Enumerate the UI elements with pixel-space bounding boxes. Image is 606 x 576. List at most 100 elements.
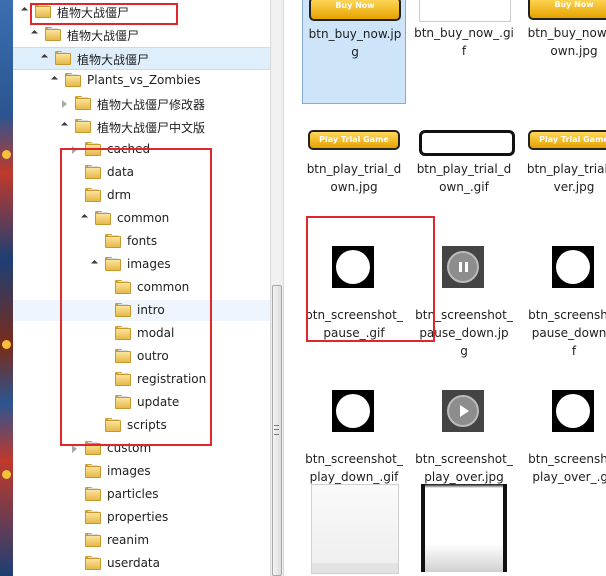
expand-arrow-icon[interactable] <box>72 445 77 453</box>
tree-item[interactable]: Plants_vs_Zombies <box>13 70 270 91</box>
folder-icon <box>115 326 131 340</box>
tree-item-label: 植物大战僵尸修改器 <box>97 98 206 112</box>
collapse-arrow-icon[interactable] <box>80 213 89 222</box>
tree-item[interactable]: images <box>13 461 270 482</box>
file-name-label: own.jpg <box>330 180 378 194</box>
tree-item-label: 植物大战僵尸 <box>77 53 150 67</box>
file-item[interactable]: btn_screenshot pause_down_.f <box>522 236 606 358</box>
folder-tree[interactable]: 植物大战僵尸 植物大战僵尸 植物大战僵尸 Plants_vs_Zombies 植物大战僵… <box>13 0 270 576</box>
folder-icon <box>35 4 51 18</box>
folder-icon <box>115 349 131 363</box>
tree-item[interactable]: registration <box>13 369 270 390</box>
file-name-label: btn_screenshot <box>528 452 606 466</box>
file-grid[interactable]: Buy Now btn_buy_now.jp g btn_buy_now_.gi f Bu… <box>284 0 606 576</box>
file-thumbnail <box>332 390 374 432</box>
tree-item[interactable]: 植物大战僵尸 <box>13 1 270 22</box>
file-name-label: pause_down_. <box>531 326 606 340</box>
tree-item-label: particles <box>107 487 159 501</box>
collapse-arrow-icon[interactable] <box>50 75 59 84</box>
file-item[interactable]: btn_screenshot_ play_over.jpg <box>412 380 516 500</box>
file-name-label: own.jpg <box>550 44 598 58</box>
folder-icon <box>105 234 121 248</box>
tree-item[interactable]: update <box>13 392 270 413</box>
tree-item[interactable]: outro <box>13 346 270 367</box>
folder-icon <box>85 556 101 570</box>
tree-item-label: modal <box>137 326 175 340</box>
file-item[interactable]: btn_screenshot_ play_down_.gif <box>302 380 406 500</box>
circle-button-icon <box>556 394 590 428</box>
collapse-arrow-icon[interactable] <box>40 53 49 62</box>
file-item[interactable]: Buy Now btn_buy_now_d own.jpg <box>522 0 606 104</box>
folder-icon <box>85 510 101 524</box>
tree-item[interactable]: scripts <box>13 415 270 436</box>
collapse-arrow-icon[interactable] <box>60 121 69 130</box>
folder-icon <box>115 372 131 386</box>
file-item[interactable] <box>412 484 516 576</box>
tree-item-label: images <box>107 464 151 478</box>
file-item[interactable]: btn_screenshot play_over_.gif <box>522 380 606 500</box>
play-icon <box>447 395 479 427</box>
tree-scrollbar[interactable] <box>270 0 284 576</box>
file-name-label: f <box>571 344 577 358</box>
file-thumbnail <box>311 484 399 574</box>
tree-item[interactable]: images <box>13 254 270 275</box>
file-name-label: btn_screenshot_ <box>415 308 513 322</box>
tree-item[interactable]: particles <box>13 484 270 505</box>
tree-item[interactable]: drm <box>13 185 270 206</box>
file-item[interactable]: Play Trial Game btn_play_trial_d own.jpg <box>302 110 406 230</box>
file-item[interactable]: btn_screenshot_ pause_.gif <box>302 236 406 356</box>
file-name-label: btn_screenshot_ <box>415 452 513 466</box>
tree-item[interactable]: reanim <box>13 530 270 551</box>
tree-item-label: intro <box>137 303 165 317</box>
tree-item[interactable]: 植物大战僵尸修改器 <box>13 93 270 114</box>
file-name-label: f <box>461 44 467 58</box>
tree-item[interactable]: 植物大战僵尸 <box>13 24 270 45</box>
tree-item[interactable]: modal <box>13 323 270 344</box>
tree-item[interactable]: custom <box>13 438 270 459</box>
tree-item-label: scripts <box>127 418 167 432</box>
tree-item-label: registration <box>137 372 207 386</box>
file-item[interactable]: Play Trial Game btn_play_trial_o ver.jpg <box>522 110 606 230</box>
folder-icon <box>85 441 101 455</box>
desktop-icon <box>2 470 11 479</box>
folder-icon <box>85 487 101 501</box>
folder-icon <box>115 303 131 317</box>
file-item[interactable] <box>302 484 406 576</box>
tree-item-label: drm <box>107 188 132 202</box>
file-thumbnail: Buy Now <box>309 0 401 21</box>
tree-item[interactable]: cached <box>13 139 270 160</box>
tree-item-label: userdata <box>107 556 160 570</box>
tree-item[interactable]: data <box>13 162 270 183</box>
file-name-label: btn_screenshot <box>528 308 606 322</box>
tree-item[interactable]: common <box>13 277 270 298</box>
folder-icon <box>105 418 121 432</box>
tree-item-label: fonts <box>127 234 158 248</box>
folder-icon <box>95 211 111 225</box>
collapse-arrow-icon[interactable] <box>30 29 39 38</box>
file-item[interactable]: Buy Now btn_buy_now.jp g <box>302 0 406 104</box>
collapse-arrow-icon[interactable] <box>90 259 99 268</box>
collapse-arrow-icon[interactable] <box>20 6 29 15</box>
tree-item[interactable]: userdata <box>13 553 270 574</box>
file-name-label: btn_buy_now.jp <box>308 27 402 41</box>
tree-item[interactable]: intro <box>13 300 270 321</box>
tree-item[interactable]: properties <box>13 507 270 528</box>
file-thumbnail: Buy Now <box>528 0 606 20</box>
tree-item-label: custom <box>107 441 152 455</box>
file-item[interactable]: btn_play_trial_d own_.gif <box>412 110 516 230</box>
file-name-label: btn_buy_now_d <box>527 26 606 40</box>
tree-item[interactable]: 植物大战僵尸 <box>13 47 270 70</box>
tree-item[interactable]: 植物大战僵尸中文版 <box>13 116 270 137</box>
file-item[interactable]: btn_buy_now_.gif <box>412 0 516 104</box>
tree-item-label: 植物大战僵尸 <box>57 6 130 20</box>
file-name-label: btn_buy_now_.gi <box>414 26 514 40</box>
expand-arrow-icon[interactable] <box>62 100 67 108</box>
file-item[interactable]: btn_screenshot_ pause_down.jp g <box>412 236 516 358</box>
expand-arrow-icon[interactable] <box>72 146 77 154</box>
file-name-label: btn_screenshot_ <box>305 452 403 466</box>
tree-item[interactable]: common <box>13 208 270 229</box>
file-name-label: play_over_.gif <box>532 470 606 484</box>
tree-item[interactable]: fonts <box>13 231 270 252</box>
tree-item-label: common <box>117 211 170 225</box>
tree-item-label: properties <box>107 510 169 524</box>
